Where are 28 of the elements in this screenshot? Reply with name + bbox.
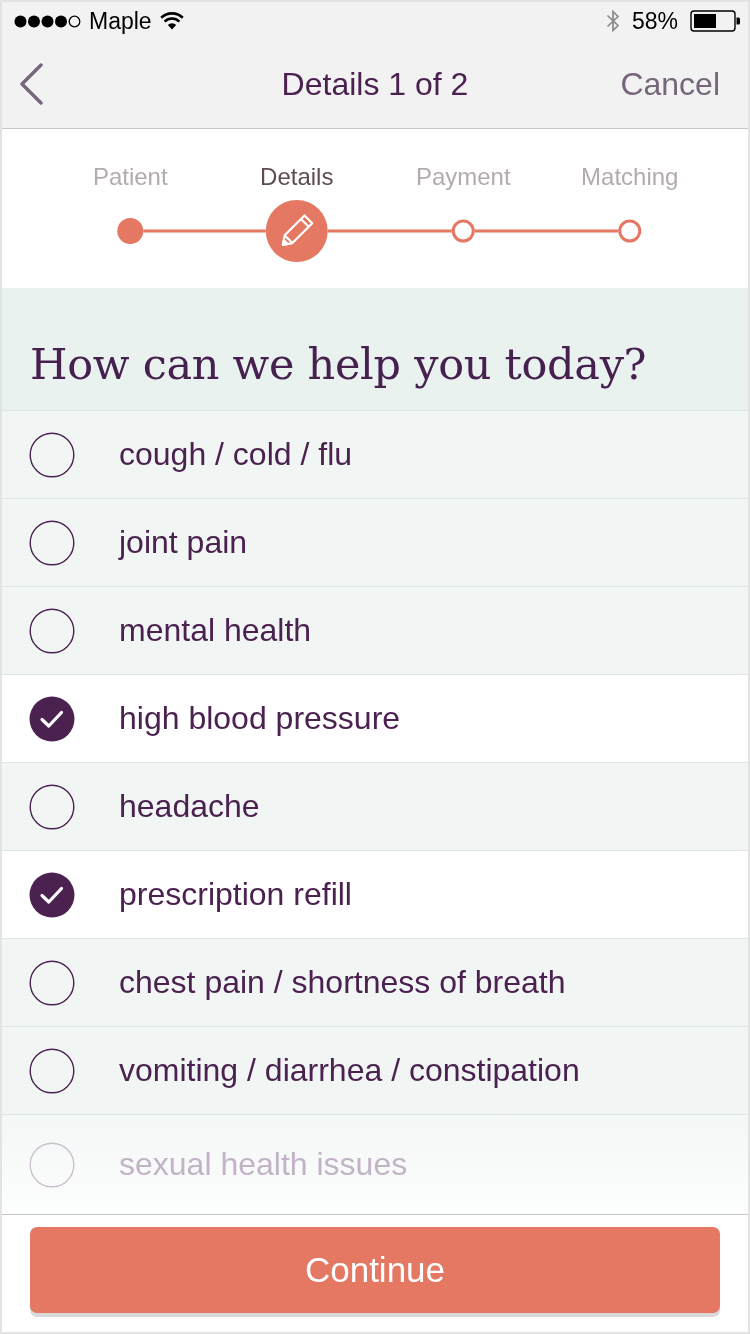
- screen-title: Details 1 of 2: [281, 65, 469, 103]
- signal-icon: [14, 14, 81, 28]
- radio-icon[interactable]: [29, 1047, 75, 1094]
- cancel-button[interactable]: Cancel: [620, 65, 720, 103]
- wifi-icon: [159, 12, 184, 30]
- step-label: Patient: [92, 163, 168, 191]
- battery-icon: [690, 10, 740, 32]
- checked-radio-icon[interactable]: [29, 695, 75, 742]
- radio-icon[interactable]: [29, 519, 75, 566]
- battery-percentage: 58%: [631, 7, 678, 35]
- checked-radio-icon[interactable]: [29, 871, 75, 918]
- option-row[interactable]: headache: [2, 763, 748, 851]
- step-label: Details: [260, 163, 334, 191]
- option-row[interactable]: chest pain / shortness of breath: [2, 939, 748, 1027]
- step-label: Matching: [581, 163, 679, 191]
- option-row[interactable]: joint pain: [2, 499, 748, 587]
- bluetooth-icon: [605, 9, 620, 33]
- option-row[interactable]: mental health: [2, 587, 748, 675]
- carrier-name: Maple: [89, 7, 152, 35]
- option-row[interactable]: cough / cold / flu: [2, 411, 748, 499]
- radio-icon[interactable]: [29, 783, 75, 830]
- back-icon[interactable]: [18, 63, 44, 105]
- question-heading: How can we help you today?: [30, 339, 647, 389]
- radio-icon[interactable]: [29, 959, 75, 1006]
- option-row[interactable]: vomiting / diarrhea / constipation: [2, 1027, 748, 1115]
- radio-icon[interactable]: [29, 431, 75, 478]
- step-label: Payment: [415, 163, 511, 191]
- radio-icon[interactable]: [29, 607, 75, 654]
